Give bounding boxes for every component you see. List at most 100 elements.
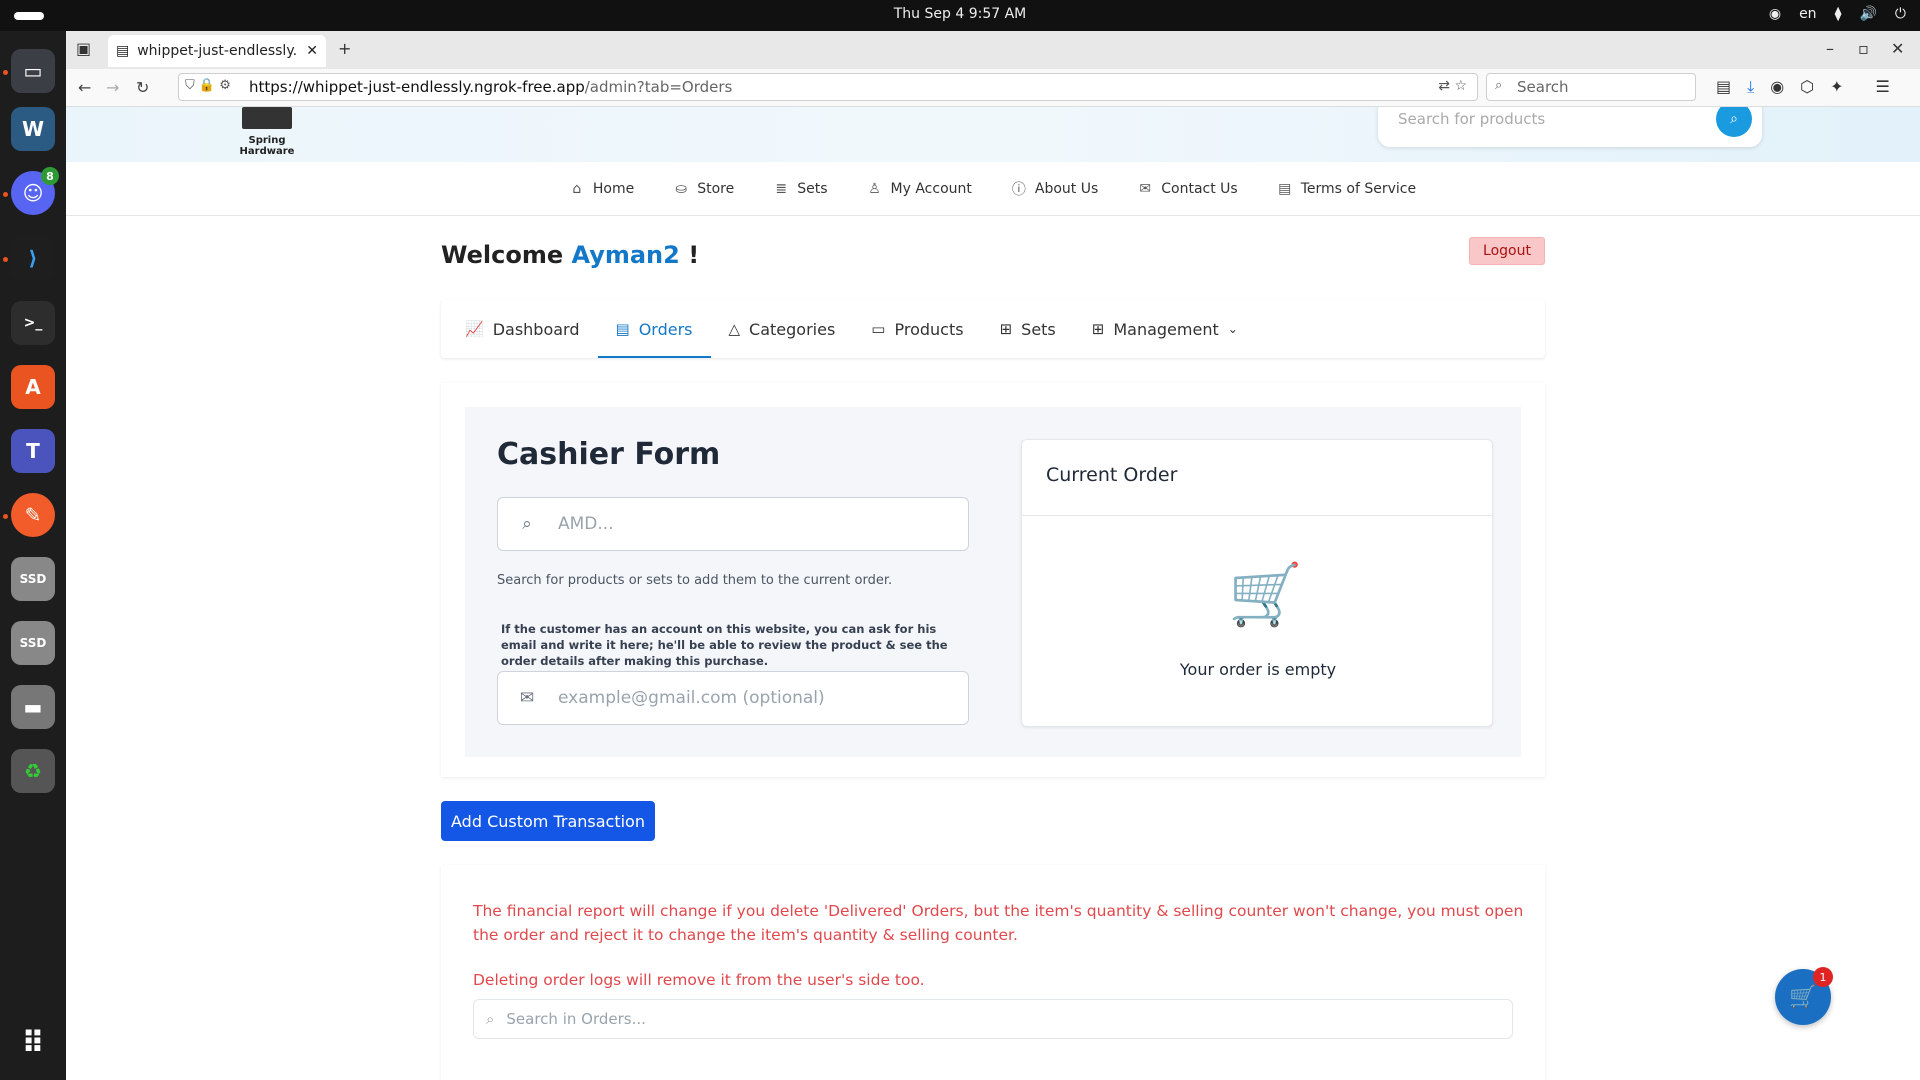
archive-box-icon: ▭ (871, 320, 886, 338)
discord-badge: 8 (41, 167, 59, 185)
tab-label: Orders (638, 319, 693, 339)
tab-orders[interactable]: ▤ Orders (597, 300, 711, 358)
minimize-icon[interactable]: – (1826, 39, 1834, 58)
tab-sets[interactable]: ⊞ Sets (982, 300, 1074, 358)
menu-label: Sets (797, 180, 828, 197)
menu-label: Contact Us (1161, 180, 1238, 197)
menu-item-contact-us[interactable]: ✉ Contact Us (1138, 181, 1237, 197)
search-icon: ⌕ (486, 1010, 495, 1028)
files-app-icon[interactable]: ▭ (11, 49, 55, 93)
window-close-icon[interactable]: ✕ (1891, 39, 1904, 58)
product-search-field[interactable]: ⌕ AMD... (497, 497, 969, 551)
menu-label: Home (592, 180, 635, 197)
orders-search-input[interactable]: ⌕ Search in Orders... (473, 999, 1513, 1039)
ssd-drive-icon-2[interactable]: SSD (11, 621, 55, 665)
vscode-app-icon[interactable]: ⟩ (11, 236, 55, 280)
menu-label: My Account (890, 180, 972, 197)
menu-item-terms[interactable]: ▤ Terms of Service (1278, 181, 1416, 197)
tab-dashboard[interactable]: 📈 Dashboard (447, 300, 598, 358)
downloads-icon[interactable]: ⤓ (1747, 77, 1754, 97)
menu-item-store[interactable]: ⛀ Store (674, 181, 734, 197)
ssd-drive-icon[interactable]: SSD (11, 557, 55, 601)
product-search-input[interactable]: Search for products ⌕ (1378, 107, 1762, 147)
menu-item-about-us[interactable]: ⓘ About Us (1012, 180, 1099, 198)
mail-icon: ✉ (519, 688, 535, 708)
tab-label: Categories (749, 319, 836, 339)
tab-label: Dashboard (492, 319, 580, 339)
tab-categories[interactable]: △ Categories (711, 300, 854, 358)
account-icon[interactable]: ◉ (1770, 77, 1784, 97)
language-indicator[interactable]: en (1799, 6, 1817, 22)
extension-badge-icon[interactable]: ✦ (1830, 77, 1843, 97)
tab-products[interactable]: ▭ Products (853, 300, 981, 358)
add-custom-transaction-button[interactable]: Add Custom Transaction (441, 801, 655, 841)
user-icon: ♙ (868, 180, 881, 197)
dock: ▭ W ☺ 8 ⟩ >_ A T ✎ SSD SSD ▬ ♻ ⠿ (0, 31, 66, 1080)
app-center-icon[interactable]: A (11, 365, 55, 409)
customer-email-field[interactable]: ✉ example@gmail.com (optional) (497, 671, 969, 725)
product-search-placeholder: Search for products (1398, 110, 1546, 128)
power-icon[interactable]: ⏻ (1895, 6, 1906, 22)
volume-icon[interactable]: 🔊 (1859, 6, 1876, 22)
new-tab-icon[interactable]: + (338, 39, 351, 58)
page-content: Spring Hardware Search for products ⌕ ⌂ H… (66, 107, 1920, 1080)
shield-icon[interactable]: ⛉ 🔒 ⚙ (185, 78, 231, 93)
tab-title: whippet-just-endlessly.ngrok-free.app (137, 43, 298, 59)
tab-overview-icon[interactable]: ▣ (76, 39, 91, 58)
teams-app-icon[interactable]: T (11, 429, 55, 473)
list-icon: ≣ (775, 180, 788, 197)
tab-close-icon[interactable]: ✕ (306, 43, 318, 59)
postman-app-icon[interactable]: ✎ (11, 493, 55, 537)
cashier-form: Cashier Form ⌕ AMD... Search for product… (465, 407, 1521, 757)
menu-icon[interactable]: ☰ (1876, 77, 1890, 97)
network-icon[interactable]: ⧫ (1835, 6, 1842, 22)
username: Ayman2 (571, 241, 680, 269)
cart-button[interactable]: 🛒 1 (1775, 967, 1833, 1025)
drive-icon[interactable]: ▬ (11, 685, 55, 729)
system-clock[interactable]: Thu Sep 4 9:57 AM (0, 6, 1920, 22)
terminal-app-icon[interactable]: >_ (11, 301, 55, 345)
extensions-icon[interactable]: ⬡ (1800, 77, 1814, 97)
show-apps-icon[interactable]: ⠿ (11, 1021, 55, 1065)
product-search-hint: Search for products or sets to add them … (497, 573, 893, 588)
reload-icon[interactable]: ↻ (136, 78, 149, 97)
bookmark-star-icon[interactable]: ⇄ ☆ (1438, 78, 1467, 94)
email-note: If the customer has an account on this w… (501, 622, 948, 668)
forward-icon[interactable]: → (106, 78, 119, 97)
address-bar[interactable]: ⛉ 🔒 ⚙ https://whippet-just-endlessly.ngr… (178, 73, 1478, 101)
browser-tab[interactable]: ▤ whippet-just-endlessly.ngrok-free.app … (108, 35, 326, 67)
shapes-icon: △ (728, 320, 741, 338)
menu-item-home[interactable]: ⌂ Home (570, 181, 634, 197)
trash-icon[interactable]: ♻ (11, 749, 55, 793)
tab-management[interactable]: ⊞ Management ⌄ (1074, 300, 1256, 358)
browser-search-input[interactable]: ⌕ Search (1486, 73, 1696, 101)
cashier-title: Cashier Form (497, 437, 721, 472)
maximize-icon[interactable]: ▫ (1858, 39, 1869, 58)
chevron-down-icon: ⌄ (1227, 322, 1238, 336)
navigation-bar: ← → ↻ ⛉ 🔒 ⚙ https://whippet-just-endless… (66, 69, 1920, 107)
welcome-heading: Welcome Ayman2 ! (441, 241, 699, 269)
windsurf-app-icon[interactable]: W (11, 107, 55, 151)
discord-app-icon[interactable]: ☺ 8 (11, 167, 59, 215)
site-logo[interactable]: Spring Hardware (222, 107, 312, 162)
system-tray[interactable]: ◉ en ⧫ 🔊 ⏻ (1769, 6, 1906, 22)
logout-button[interactable]: Logout (1469, 237, 1545, 265)
running-indicator (3, 192, 8, 197)
tab-strip: ▣ ▤ whippet-just-endlessly.ngrok-free.ap… (66, 31, 1920, 69)
site-menu: ⌂ Home ⛀ Store ≣ Sets ♙ My Account ⓘ About Us… (66, 162, 1920, 216)
tab-label: Management (1113, 319, 1219, 339)
url-path: /admin?tab=Orders (584, 78, 733, 96)
delete-warning: The financial report will change if you … (473, 902, 1524, 944)
menu-item-sets[interactable]: ≣ Sets (774, 181, 827, 197)
empty-order-text: Your order is empty (1179, 660, 1337, 679)
home-icon: ⌂ (572, 180, 582, 197)
search-button[interactable]: ⌕ (1716, 107, 1752, 137)
menu-label: About Us (1034, 180, 1099, 197)
discord-tray-icon[interactable]: ◉ (1769, 6, 1781, 22)
pocket-icon[interactable]: ▤ (1716, 77, 1731, 97)
menu-item-my-account[interactable]: ♙ My Account (868, 181, 972, 197)
document-icon: ▤ (1278, 180, 1292, 197)
back-icon[interactable]: ← (78, 78, 91, 97)
browser-window: ▣ ▤ whippet-just-endlessly.ngrok-free.ap… (66, 31, 1920, 1080)
shopping-bag-icon: ⛀ (675, 180, 688, 197)
